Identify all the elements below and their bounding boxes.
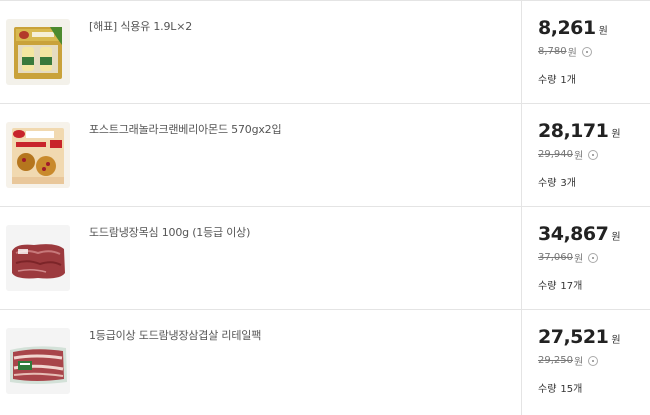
quantity-label: 수량 — [538, 384, 557, 395]
discount-info-icon[interactable] — [588, 149, 599, 160]
original-price-value: 37,060 — [538, 252, 573, 263]
sale-price-value: 8,261 — [538, 17, 596, 39]
currency-label: 원 — [574, 151, 584, 162]
original-price: 8,780 원 — [538, 44, 592, 59]
price-column: 34,867 원 37,060 원 수량 17개 — [521, 207, 650, 309]
sale-price: 27,521 원 — [538, 326, 621, 348]
product-thumbnail[interactable] — [6, 122, 70, 188]
currency-label: 원 — [574, 357, 584, 368]
product-name-link[interactable]: 1등급이상 도드람냉장삼겹살 리테일팩 — [89, 327, 261, 343]
original-price-value: 29,940 — [538, 149, 573, 160]
order-item-list: [해표] 식용유 1.9L×2 8,261 원 8,780 원 수량 1개 포스… — [0, 0, 650, 415]
discount-info-icon[interactable] — [581, 46, 592, 57]
price-column: 27,521 원 29,250 원 수량 15개 — [521, 310, 650, 415]
quantity-label: 수량 — [538, 75, 557, 86]
quantity: 수량 1개 — [538, 71, 576, 86]
product-name-link[interactable]: [해표] 식용유 1.9L×2 — [89, 18, 192, 34]
original-price: 37,060 원 — [538, 250, 599, 265]
quantity-value: 17개 — [560, 281, 583, 292]
product-name-link[interactable]: 포스트그래놀라크랜베리아몬드 570gx2입 — [89, 121, 282, 137]
product-thumbnail[interactable] — [6, 328, 70, 394]
list-item: 포스트그래놀라크랜베리아몬드 570gx2입 28,171 원 29,940 원 수… — [0, 104, 650, 207]
quantity-value: 3개 — [560, 178, 576, 189]
sale-price-value: 28,171 — [538, 120, 609, 142]
original-price-value: 29,250 — [538, 355, 573, 366]
list-item: 1등급이상 도드람냉장삼겹살 리테일팩 27,521 원 29,250 원 수량 15… — [0, 310, 650, 415]
currency-label: 원 — [567, 48, 577, 59]
currency-label: 원 — [574, 254, 584, 265]
original-price-value: 8,780 — [538, 46, 567, 57]
quantity-value: 15개 — [560, 384, 583, 395]
discount-info-icon[interactable] — [588, 355, 599, 366]
quantity-label: 수량 — [538, 281, 557, 292]
quantity: 수량 17개 — [538, 277, 582, 292]
product-name-link[interactable]: 도드람냉장목심 100g (1등급 이상) — [89, 224, 250, 240]
sale-price: 28,171 원 — [538, 120, 621, 142]
list-item: 도드람냉장목심 100g (1등급 이상) 34,867 원 37,060 원 수량… — [0, 207, 650, 310]
original-price: 29,250 원 — [538, 353, 599, 368]
currency-label: 원 — [611, 335, 621, 346]
sale-price: 34,867 원 — [538, 223, 621, 245]
product-thumbnail[interactable] — [6, 19, 70, 85]
quantity: 수량 15개 — [538, 380, 582, 395]
quantity: 수량 3개 — [538, 174, 576, 189]
discount-info-icon[interactable] — [588, 252, 599, 263]
currency-label: 원 — [611, 232, 621, 243]
original-price: 29,940 원 — [538, 147, 599, 162]
sale-price-value: 34,867 — [538, 223, 609, 245]
currency-label: 원 — [598, 26, 608, 37]
quantity-value: 1개 — [560, 75, 576, 86]
sale-price-value: 27,521 — [538, 326, 609, 348]
list-item: [해표] 식용유 1.9L×2 8,261 원 8,780 원 수량 1개 — [0, 1, 650, 104]
price-column: 28,171 원 29,940 원 수량 3개 — [521, 104, 650, 206]
sale-price: 8,261 원 — [538, 17, 608, 39]
product-thumbnail[interactable] — [6, 225, 70, 291]
price-column: 8,261 원 8,780 원 수량 1개 — [521, 1, 650, 103]
currency-label: 원 — [611, 129, 621, 140]
quantity-label: 수량 — [538, 178, 557, 189]
